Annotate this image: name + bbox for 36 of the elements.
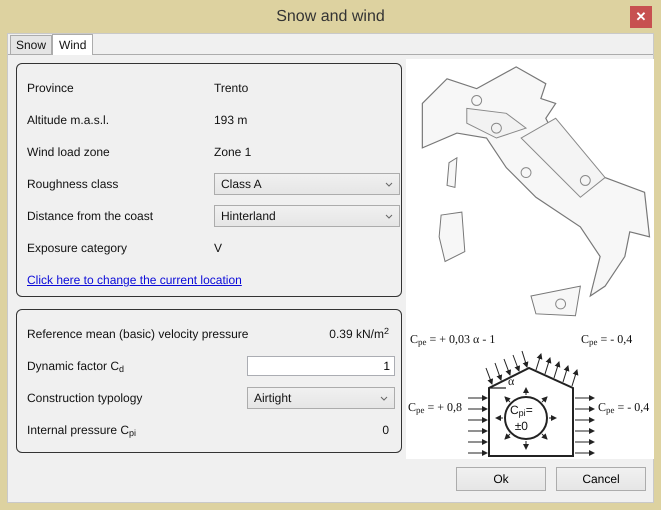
field-label: Altitude m.a.s.l. — [27, 112, 110, 129]
window-title: Snow and wind — [276, 8, 385, 25]
field-label: Exposure category — [27, 240, 128, 257]
field-label: Roughness class — [27, 176, 120, 193]
field-label: Reference mean (basic) velocity pressure — [27, 326, 248, 343]
tab[interactable]: Snow — [10, 35, 52, 54]
field-value: Zone 1 — [214, 144, 252, 161]
internal-pressure-label: C$_{pi}$= ±0 — [510, 402, 533, 434]
field-value: 0.39 kN/m$^{2}$ — [329, 325, 390, 343]
dropdown[interactable]: Hinterland — [214, 205, 400, 227]
field-label: Dynamic factor C$_{d}$ — [27, 358, 124, 375]
dropdown[interactable]: Class A — [214, 173, 400, 195]
pressure-label: C$_{pe}$ = - 0,4 — [581, 330, 632, 348]
pressure-label: C$_{pe}$ = + 0,03 α - 1 — [410, 330, 496, 348]
field-value: 193 m — [214, 112, 248, 129]
field-label: Distance from the coast — [27, 208, 154, 225]
field-label: Wind load zone — [27, 144, 111, 161]
close-button[interactable]: ✕ — [630, 6, 652, 28]
tab[interactable]: Wind — [52, 34, 94, 55]
field-value: Trento — [214, 80, 248, 97]
field-label: Province — [27, 80, 75, 97]
caret-icon — [380, 396, 388, 400]
field-value: V — [214, 240, 222, 257]
field-label: Internal pressure C$_{pi}$ — [27, 422, 136, 439]
caret-icon — [385, 214, 393, 218]
caret-icon — [385, 182, 393, 186]
field-label: Construction typology — [27, 390, 142, 407]
field-value: 0 — [382, 422, 390, 439]
angle-label: α — [508, 372, 514, 390]
pressure-label: C$_{pe}$ = + 0,8 — [408, 398, 462, 416]
dropdown[interactable]: Airtight — [247, 387, 395, 409]
input-field[interactable]: 1 — [247, 356, 395, 376]
dialog-button[interactable]: Cancel — [556, 467, 646, 491]
pressure-label: C$_{pe}$ = - 0,4 — [598, 398, 650, 416]
change-location-link[interactable]: Click here to change the current location — [27, 271, 242, 289]
dialog-button[interactable]: Ok — [456, 467, 546, 491]
